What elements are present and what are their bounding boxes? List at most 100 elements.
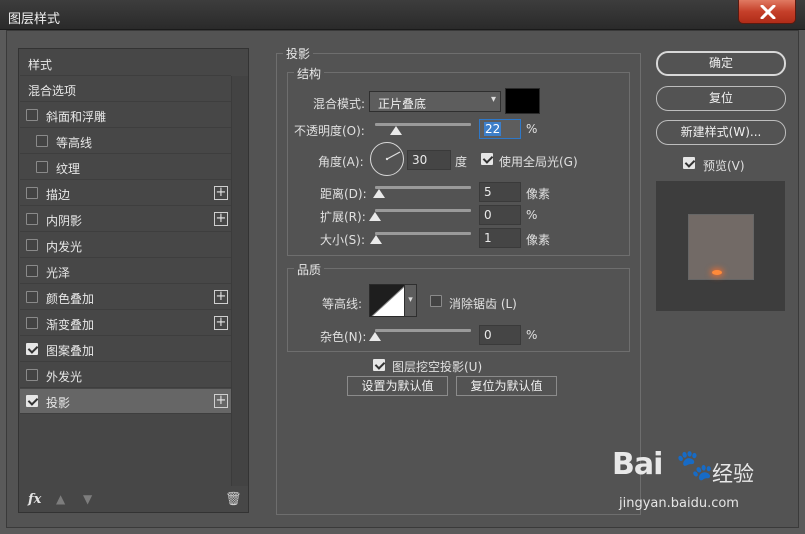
global-light-checkbox[interactable] [481, 153, 493, 165]
contour-preview[interactable] [369, 284, 405, 317]
reset-default-button[interactable]: 复位为默认值 [456, 376, 557, 396]
styles-list-scrollbar[interactable] [231, 76, 248, 486]
style-item-10[interactable]: 渐变叠加 + [20, 311, 231, 336]
noise-input[interactable]: 0 [479, 325, 521, 345]
style-item-checkbox[interactable] [26, 317, 38, 329]
spread-label: 扩展(R): [320, 210, 366, 224]
style-item-checkbox[interactable] [26, 291, 38, 303]
contour-dropdown[interactable]: ▾ [404, 284, 417, 317]
new-style-button[interactable]: 新建样式(W)... [656, 120, 786, 145]
size-label: 大小(S): [320, 233, 366, 247]
style-item-1[interactable]: 混合选项 [20, 77, 231, 102]
distance-slider-track[interactable] [375, 186, 471, 189]
trash-icon[interactable]: 🗑 [225, 492, 242, 507]
size-slider-track[interactable] [375, 232, 471, 235]
opacity-label: 不透明度(O): [294, 124, 365, 138]
window-title: 图层样式 [8, 12, 61, 27]
style-item-0[interactable]: 样式 [20, 51, 231, 76]
style-preview-swatch [689, 215, 753, 279]
global-light-label: 使用全局光(G) [499, 155, 578, 169]
opacity-input[interactable]: 22 [479, 119, 521, 139]
preview-label: 预览(V) [703, 159, 745, 173]
style-item-checkbox[interactable] [26, 187, 38, 199]
antialias-checkbox[interactable] [430, 295, 442, 307]
antialias-label: 消除锯齿 (L) [449, 297, 517, 311]
add-effect-icon[interactable]: + [214, 290, 228, 304]
style-item-3[interactable]: 等高线 [20, 129, 231, 154]
style-item-label: 内阴影 [46, 214, 83, 228]
style-item-label: 光泽 [46, 266, 71, 280]
style-item-checkbox[interactable] [26, 213, 38, 225]
style-item-label: 外发光 [46, 370, 83, 384]
style-item-checkbox[interactable] [36, 161, 48, 173]
set-default-button[interactable]: 设置为默认值 [347, 376, 448, 396]
style-item-12[interactable]: 外发光 [20, 363, 231, 388]
add-effect-icon[interactable]: + [214, 394, 228, 408]
style-item-7[interactable]: 内发光 [20, 233, 231, 258]
preview-checkbox[interactable] [683, 157, 695, 169]
style-item-5[interactable]: 描边 + [20, 181, 231, 206]
style-item-label: 投影 [46, 396, 71, 410]
shadow-color-swatch[interactable] [505, 88, 540, 114]
angle-label: 角度(A): [318, 155, 364, 169]
style-item-checkbox[interactable] [26, 395, 38, 407]
reset-button[interactable]: 复位 [656, 86, 786, 111]
close-button[interactable] [738, 0, 796, 24]
style-item-checkbox[interactable] [26, 109, 38, 121]
style-item-9[interactable]: 颜色叠加 + [20, 285, 231, 310]
style-item-11[interactable]: 图案叠加 [20, 337, 231, 362]
opacity-slider-thumb[interactable] [390, 126, 402, 135]
fx-button[interactable]: fx [28, 492, 41, 507]
angle-unit: 度 [455, 155, 468, 169]
distance-label: 距离(D): [320, 187, 367, 201]
style-item-label: 混合选项 [28, 84, 77, 98]
knockout-checkbox[interactable] [373, 359, 385, 371]
distance-unit: 像素 [526, 187, 551, 201]
noise-slider-track[interactable] [375, 329, 471, 332]
blend-mode-select[interactable]: 正片叠底 ▾ [369, 91, 501, 112]
spread-slider-track[interactable] [375, 209, 471, 212]
blend-mode-label: 混合模式: [313, 97, 366, 111]
add-effect-icon[interactable]: + [214, 316, 228, 330]
distance-input[interactable]: 5 [479, 182, 521, 202]
styles-list: 样式混合选项斜面和浮雕等高线纹理描边 + 内阴影 + 内发光光泽颜色叠加 + 渐变叠加 + 图案… [18, 48, 249, 513]
add-effect-icon[interactable]: + [214, 186, 228, 200]
style-item-6[interactable]: 内阴影 + [20, 207, 231, 232]
style-item-8[interactable]: 光泽 [20, 259, 231, 284]
watermark-jingyan: 经验 [712, 462, 754, 486]
spread-input[interactable]: 0 [479, 205, 521, 225]
distance-slider-thumb[interactable] [373, 189, 385, 198]
noise-slider-thumb[interactable] [369, 332, 381, 341]
style-item-13[interactable]: 投影 + [20, 389, 231, 414]
styles-list-footer: fx ▲ ▼ 🗑 [18, 488, 249, 513]
angle-dial[interactable] [370, 142, 404, 176]
baidu-logo: Bai [612, 447, 663, 482]
style-item-checkbox[interactable] [26, 265, 38, 277]
title-bar: 图层样式 [0, 0, 805, 30]
watermark-url: jingyan.baidu.com [619, 496, 739, 511]
arrow-down-icon[interactable]: ▼ [83, 492, 92, 506]
style-item-checkbox[interactable] [26, 239, 38, 251]
angle-input[interactable]: 30 [407, 150, 451, 170]
contour-label: 等高线: [322, 297, 363, 311]
style-item-label: 内发光 [46, 240, 83, 254]
style-item-checkbox[interactable] [36, 135, 48, 147]
noise-unit: % [526, 328, 538, 342]
add-effect-icon[interactable]: + [214, 212, 228, 226]
opacity-unit: % [526, 122, 538, 136]
style-item-4[interactable]: 纹理 [20, 155, 231, 180]
style-item-checkbox[interactable] [26, 343, 38, 355]
size-unit: 像素 [526, 233, 551, 247]
style-item-label: 等高线 [56, 136, 93, 150]
structure-title: 结构 [294, 65, 325, 82]
style-preview-glow [712, 270, 722, 275]
style-item-2[interactable]: 斜面和浮雕 [20, 103, 231, 128]
size-slider-thumb[interactable] [370, 235, 382, 244]
arrow-up-icon[interactable]: ▲ [56, 492, 65, 506]
size-input[interactable]: 1 [479, 228, 521, 248]
style-item-label: 描边 [46, 188, 71, 202]
spread-slider-thumb[interactable] [369, 212, 381, 221]
contour-curve-icon [370, 285, 404, 316]
style-item-checkbox[interactable] [26, 369, 38, 381]
ok-button[interactable]: 确定 [656, 51, 786, 76]
